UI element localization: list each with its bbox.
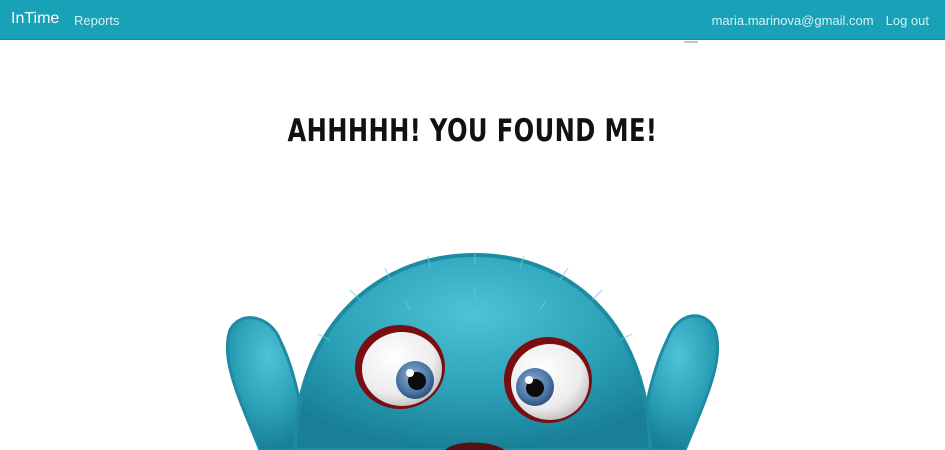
- brand-link[interactable]: InTime: [11, 10, 59, 28]
- nav-link-reports[interactable]: Reports: [74, 13, 120, 28]
- logout-link[interactable]: Log out: [886, 13, 929, 28]
- nav-user-area: maria.marinova@gmail.com Log out: [712, 13, 929, 28]
- page-headline: AHHHHH! YOU FOUND ME!: [287, 113, 658, 149]
- divider-mark: [684, 41, 698, 43]
- user-email-link[interactable]: maria.marinova@gmail.com: [712, 13, 874, 28]
- blue-furry-monster-icon: [225, 252, 720, 450]
- top-navbar: InTime Reports maria.marinova@gmail.com …: [0, 0, 945, 40]
